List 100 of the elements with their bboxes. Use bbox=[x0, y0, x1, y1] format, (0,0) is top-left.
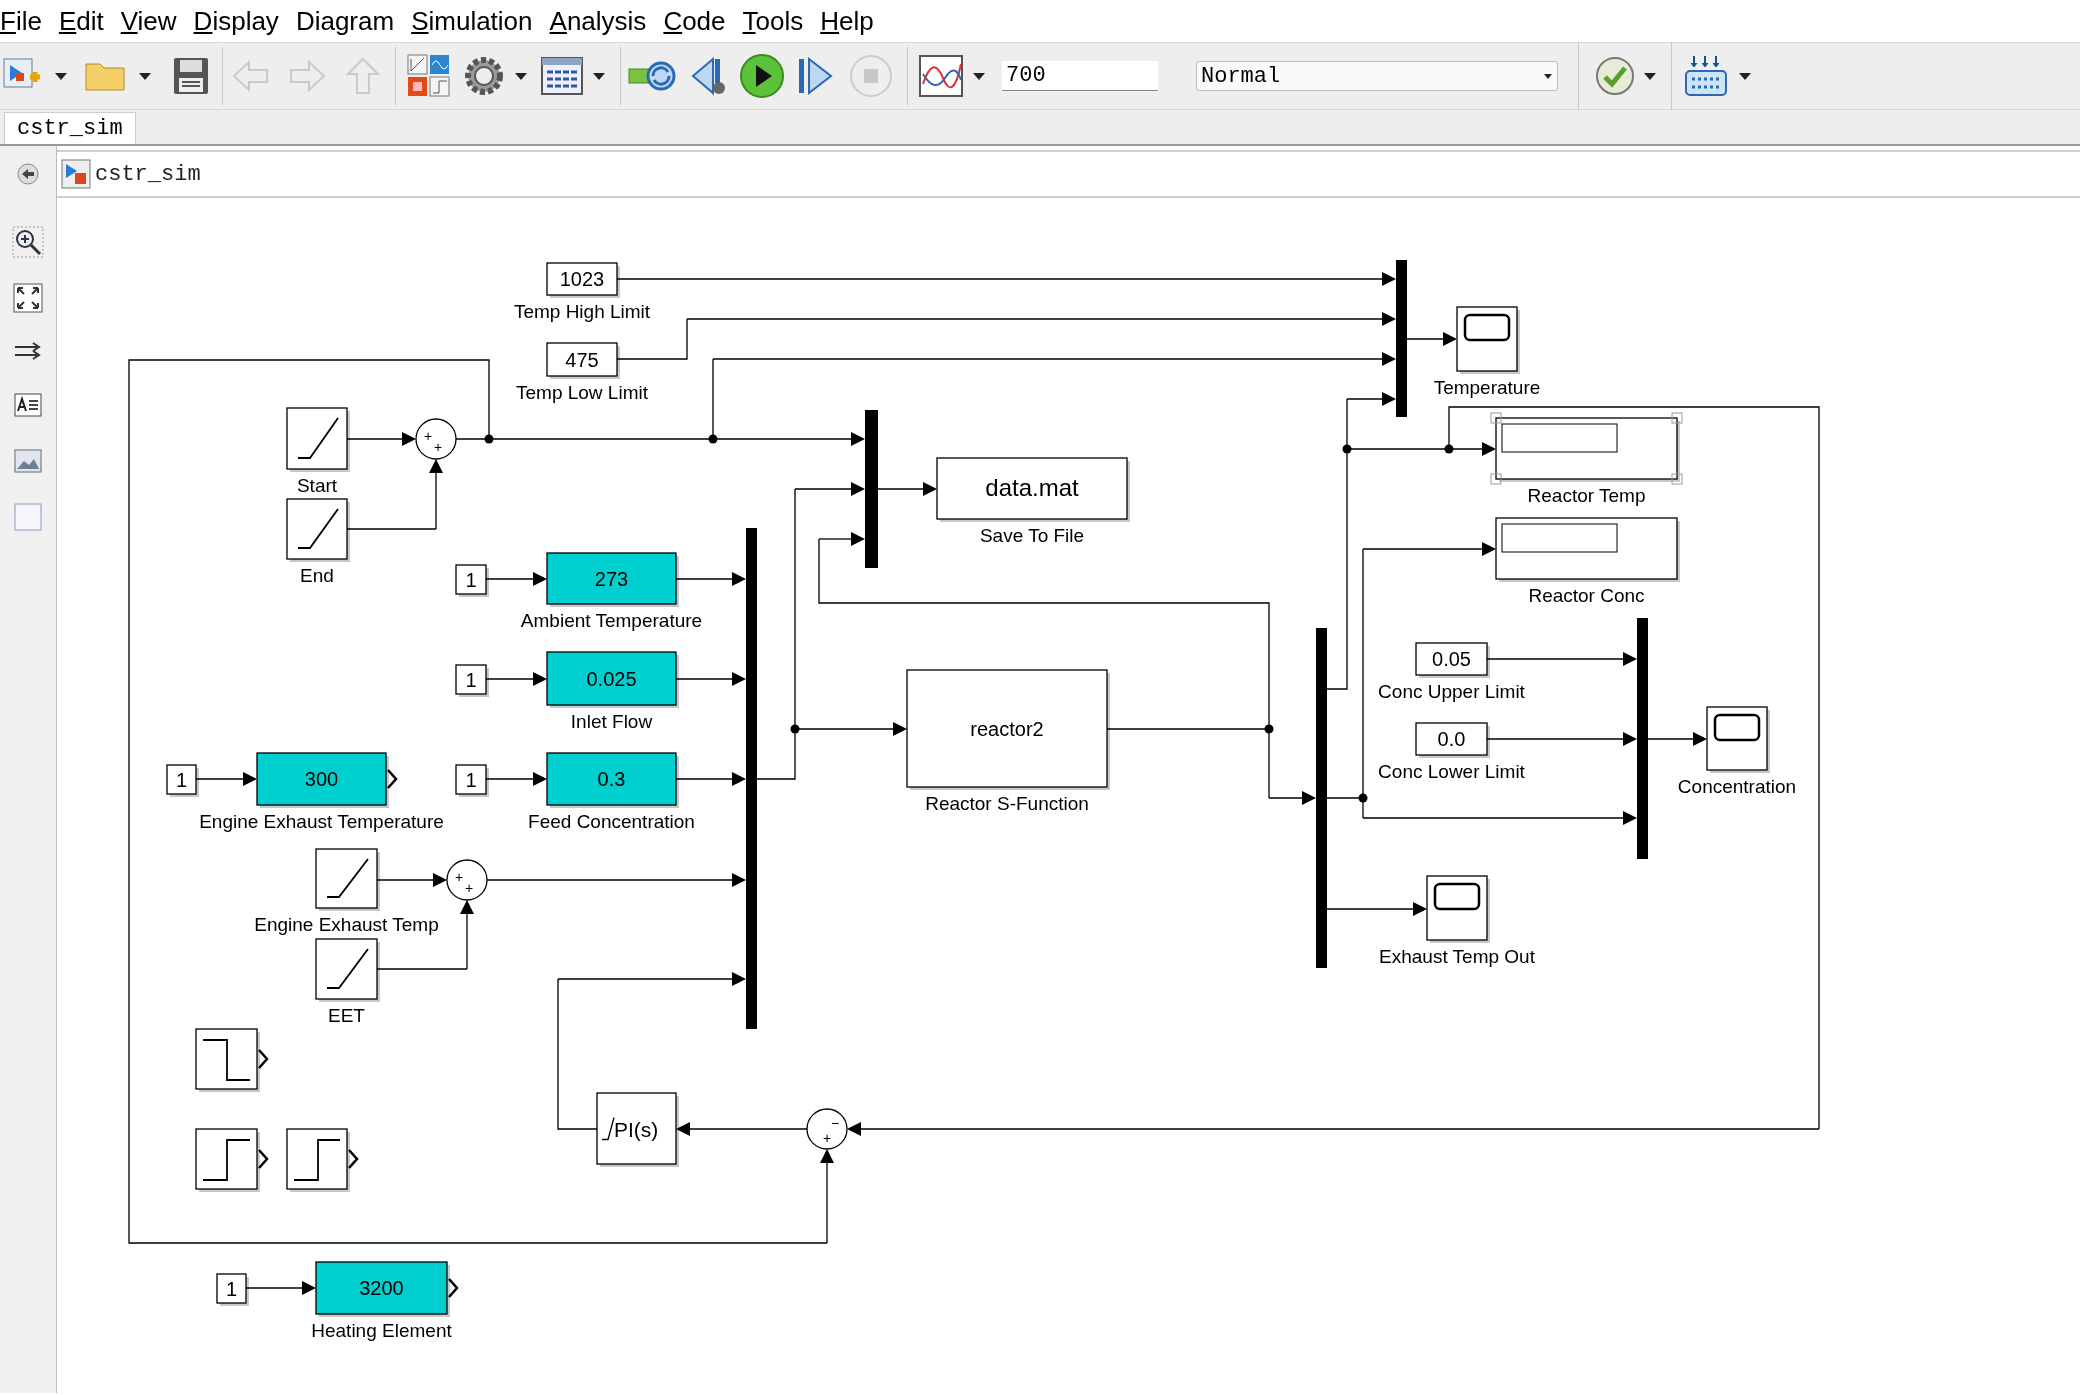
block-value: 0.05 bbox=[1432, 648, 1471, 670]
menu-item[interactable]: Diagram bbox=[295, 1, 395, 41]
menu-item[interactable]: Edit bbox=[58, 1, 104, 41]
constant-block[interactable] bbox=[166, 764, 199, 797]
constant-block[interactable] bbox=[1415, 642, 1490, 678]
block-value: data.mat bbox=[985, 473, 1079, 501]
model-tab[interactable]: cstr_sim bbox=[4, 112, 136, 144]
library-icon[interactable] bbox=[406, 53, 452, 99]
block-value: 0.3 bbox=[597, 768, 626, 790]
gain-block[interactable] bbox=[546, 752, 679, 808]
check-icon[interactable] bbox=[1595, 56, 1635, 96]
block-label: Ambient Temperature bbox=[520, 610, 703, 631]
sum-block[interactable] bbox=[446, 859, 488, 901]
ramp-block[interactable] bbox=[315, 848, 380, 911]
signal-arrow bbox=[346, 432, 416, 446]
image-icon[interactable] bbox=[14, 449, 42, 473]
block-label: Feed Concentration bbox=[528, 811, 695, 832]
constant-block[interactable] bbox=[546, 342, 620, 379]
to-file-block[interactable] bbox=[936, 457, 1130, 522]
menu-item[interactable]: View bbox=[120, 1, 177, 41]
scope-viewer-icon[interactable] bbox=[918, 54, 964, 98]
constant-block[interactable] bbox=[1415, 722, 1490, 758]
dropdown-caret-icon[interactable] bbox=[52, 70, 70, 82]
ramp-block[interactable] bbox=[286, 407, 350, 472]
settings-icon[interactable] bbox=[462, 54, 506, 98]
constant-block[interactable] bbox=[546, 262, 620, 298]
signal-arrow bbox=[460, 900, 474, 970]
constant-block[interactable] bbox=[216, 1273, 249, 1306]
signal-arrow bbox=[675, 572, 746, 586]
sfunction-block[interactable] bbox=[906, 669, 1110, 790]
ramp-block[interactable] bbox=[315, 938, 380, 1002]
simulation-mode-dropdown[interactable]: Normal bbox=[1196, 61, 1558, 91]
dropdown-caret-icon[interactable] bbox=[1736, 70, 1754, 82]
scope-block[interactable] bbox=[1456, 306, 1520, 374]
dropdown-caret-icon[interactable] bbox=[512, 70, 530, 82]
junction-dot bbox=[708, 434, 718, 444]
block-label: Exhaust Temp Out bbox=[1379, 946, 1535, 967]
output-port-icon bbox=[258, 1049, 269, 1069]
zoom-in-icon[interactable] bbox=[12, 226, 44, 258]
step-block[interactable] bbox=[195, 1128, 260, 1192]
menu-item[interactable]: Analysis bbox=[549, 1, 647, 41]
constant-block[interactable] bbox=[455, 564, 489, 597]
dropdown-caret-icon[interactable] bbox=[970, 70, 988, 82]
output-port-icon bbox=[258, 1149, 269, 1169]
scope-block[interactable] bbox=[1426, 875, 1490, 943]
scope-block[interactable] bbox=[1706, 706, 1770, 773]
model-icon[interactable] bbox=[61, 159, 91, 189]
fit-view-icon[interactable] bbox=[13, 283, 43, 313]
menu-item[interactable]: Help bbox=[820, 1, 874, 41]
menu-item[interactable]: File bbox=[0, 1, 42, 41]
display-block[interactable] bbox=[1490, 412, 1683, 485]
signal-arrow bbox=[429, 459, 443, 530]
save-icon[interactable] bbox=[172, 56, 210, 96]
menu-item[interactable]: Simulation bbox=[411, 1, 533, 41]
constant-block[interactable] bbox=[455, 664, 489, 697]
menu-item[interactable]: Code bbox=[663, 1, 726, 41]
block-label: Temperature bbox=[1433, 377, 1541, 398]
arrows-icon[interactable] bbox=[13, 339, 43, 363]
dropdown-caret-icon[interactable] bbox=[590, 70, 608, 82]
pi-curve-icon bbox=[601, 1116, 615, 1141]
signal-arrow bbox=[1647, 732, 1707, 746]
output-port-icon bbox=[387, 769, 398, 789]
block-label: Engine Exhaust Temperature bbox=[199, 811, 444, 832]
block-value: 1023 bbox=[559, 268, 605, 290]
menu-item[interactable]: Display bbox=[193, 1, 279, 41]
gain-block[interactable] bbox=[256, 752, 389, 808]
signal-arrow bbox=[195, 772, 257, 786]
signal-arrow bbox=[1268, 791, 1316, 805]
block-label: Concentration bbox=[1677, 776, 1797, 797]
step-block[interactable] bbox=[286, 1128, 350, 1192]
display-block[interactable] bbox=[1495, 517, 1680, 582]
model-explorer-icon[interactable] bbox=[540, 56, 584, 96]
junction-dot bbox=[1358, 793, 1368, 803]
sign-label: + bbox=[454, 869, 464, 885]
block-label: Save To File bbox=[979, 525, 1085, 546]
build-icon[interactable] bbox=[1684, 55, 1728, 97]
gain-block[interactable] bbox=[315, 1261, 450, 1317]
annotation-icon[interactable] bbox=[14, 393, 42, 417]
menu-item[interactable]: Tools bbox=[742, 1, 804, 41]
back-icon[interactable] bbox=[16, 162, 40, 186]
stop-time-field[interactable]: 700 bbox=[1002, 61, 1158, 91]
sum-block[interactable] bbox=[806, 1108, 848, 1150]
signal-arrow bbox=[1346, 392, 1396, 406]
pi-controller-block[interactable] bbox=[596, 1092, 679, 1167]
run-icon[interactable] bbox=[739, 53, 785, 99]
sum-block[interactable] bbox=[415, 418, 457, 460]
ramp-block[interactable] bbox=[286, 498, 350, 562]
sign-label: + bbox=[433, 439, 443, 455]
sign-label: − bbox=[830, 1115, 840, 1131]
dropdown-caret-icon[interactable] bbox=[136, 70, 154, 82]
signal-arrow bbox=[376, 873, 447, 887]
step-block[interactable] bbox=[195, 1028, 260, 1092]
signal-arrow bbox=[877, 482, 937, 496]
constant-block[interactable] bbox=[455, 764, 489, 797]
dropdown-caret-icon[interactable] bbox=[1641, 70, 1659, 82]
block-label: Reactor S-Function bbox=[925, 793, 1089, 814]
dropdown-caret-icon bbox=[1543, 72, 1553, 80]
breadcrumb-link[interactable]: cstr_sim bbox=[95, 157, 201, 191]
gain-block[interactable] bbox=[546, 552, 679, 607]
gain-block[interactable] bbox=[546, 651, 679, 708]
